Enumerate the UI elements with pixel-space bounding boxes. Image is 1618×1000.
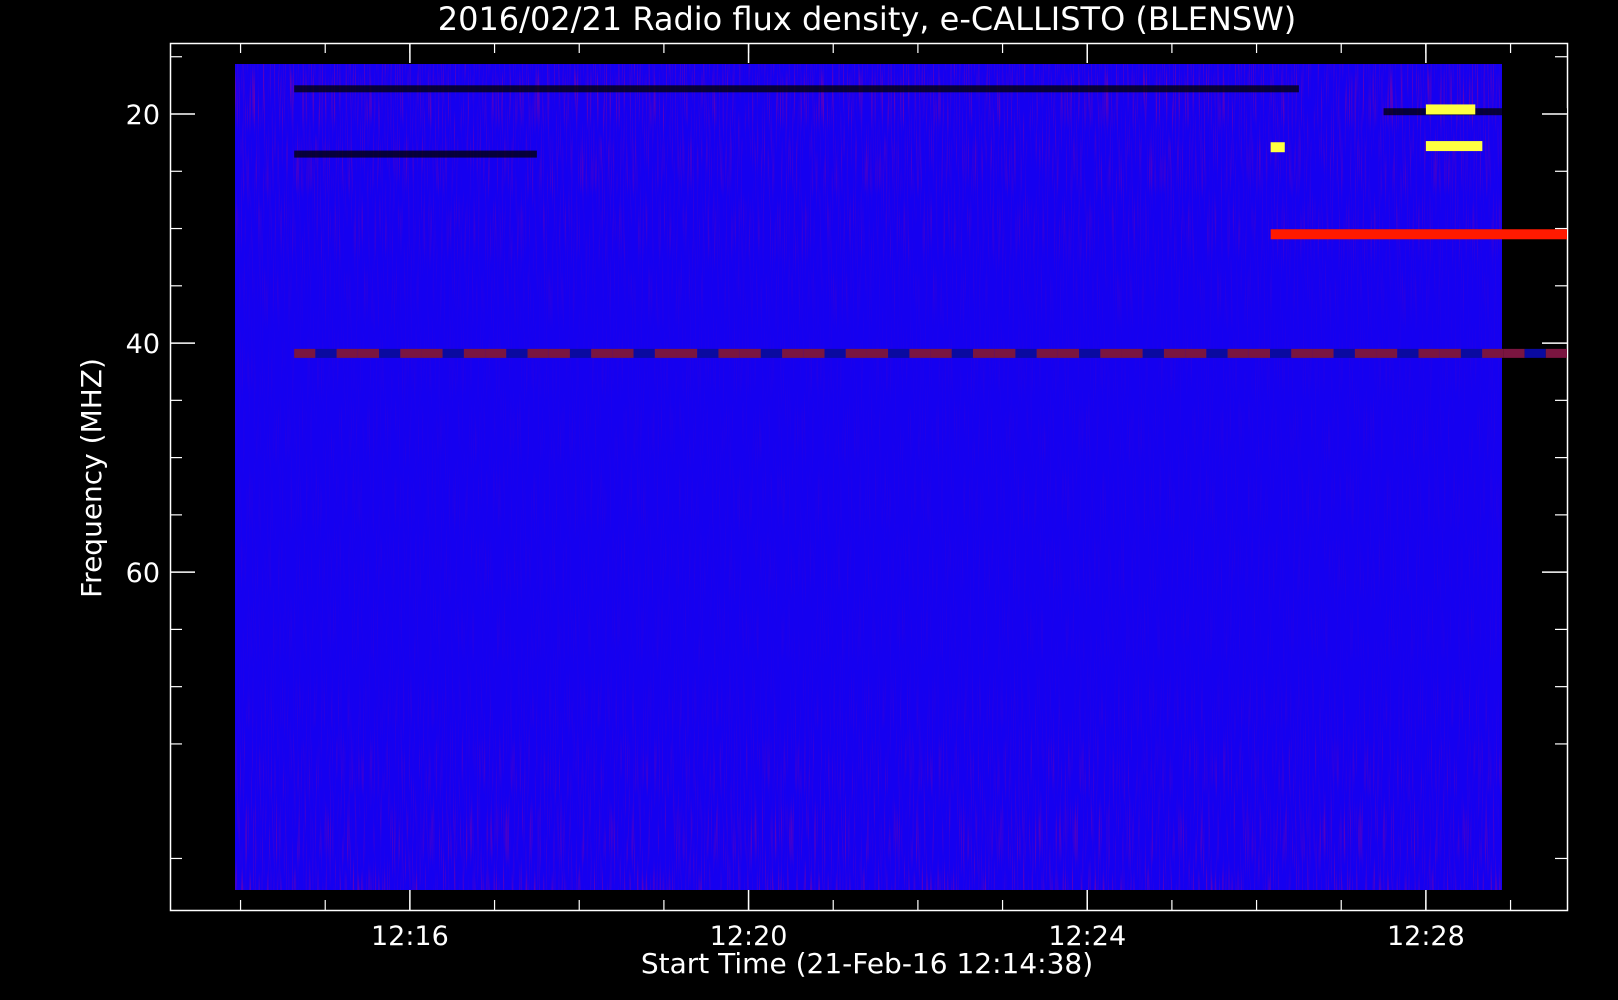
feature-bright-burst <box>1425 104 1476 115</box>
feature-dashed-segment <box>1057 348 1080 358</box>
feature-dashed-segment <box>1100 348 1122 358</box>
feature-dashed-segment <box>1015 348 1037 358</box>
feature-dashed-segment <box>1206 348 1228 358</box>
plot-area: 12:16 12:20 12:24 12:28 204060 <box>126 42 1569 952</box>
y-tick-label: 20 <box>126 100 160 131</box>
feature-dashed-segment <box>739 348 761 358</box>
feature-dashed-segment <box>1270 348 1292 358</box>
feature-dashed-segment <box>463 348 486 358</box>
x-axis-label: Start Time (21-Feb-16 12:14:38) <box>641 947 1093 980</box>
feature-dashed-segment <box>1545 348 1567 358</box>
feature-dashed-segment <box>909 348 931 358</box>
feature-dashed-segment <box>866 348 889 358</box>
feature-dashed-segment <box>1248 348 1271 358</box>
feature-dashed-segment <box>379 348 401 358</box>
x-tick-label: 12:16 <box>371 921 449 952</box>
feature-dashed-segment <box>782 348 804 358</box>
feature-dashed-segment <box>1418 348 1440 358</box>
feature-dark-band <box>294 150 537 158</box>
feature-dashed-segment <box>421 348 443 358</box>
feature-dashed-segment <box>951 348 974 358</box>
feature-dashed-segment <box>633 348 655 358</box>
feature-dashed-segment <box>357 348 380 358</box>
feature-dashed-segment <box>654 348 677 358</box>
feature-dashed-segment <box>1163 348 1186 358</box>
x-tick-label: 12:28 <box>1387 921 1465 952</box>
feature-dashed-segment <box>1185 348 1207 358</box>
feature-dashed-segment <box>697 348 719 358</box>
feature-dashed-segment <box>442 348 464 358</box>
feature-dashed-segment <box>294 348 316 358</box>
feature-dashed-segment <box>612 348 634 358</box>
feature-dashed-segment <box>718 348 740 358</box>
feature-dashed-segment <box>1142 348 1164 358</box>
feature-dashed-segment <box>824 348 846 358</box>
feature-dashed-segment <box>803 348 825 358</box>
feature-dashed-segment <box>1291 348 1313 358</box>
feature-dashed-segment <box>527 348 549 358</box>
feature-dashed-segment <box>994 348 1016 358</box>
feature-dark-band <box>294 85 1299 93</box>
feature-dashed-segment <box>1036 348 1058 358</box>
feature-dashed-segment <box>1227 348 1249 358</box>
feature-dashed-segment <box>1460 348 1483 358</box>
feature-dashed-segment <box>1503 348 1525 358</box>
feature-dashed-segment <box>506 348 528 358</box>
feature-dashed-segment <box>1524 348 1546 358</box>
feature-dashed-segment <box>485 348 507 358</box>
feature-dashed-segment <box>1439 348 1461 358</box>
feature-dashed-segment <box>973 348 995 358</box>
feature-dashed-segment <box>1121 348 1143 358</box>
feature-dashed-segment <box>1482 348 1504 358</box>
feature-dashed-segment <box>1354 348 1377 358</box>
feature-dashed-segment <box>591 348 613 358</box>
feature-red-interference-line <box>1270 229 1567 240</box>
spectrogram-noise <box>235 64 1502 890</box>
feature-dashed-segment <box>548 348 570 358</box>
spectrogram-chart: 2016/02/21 Radio flux density, e-CALLIST… <box>75 0 1569 980</box>
feature-dashed-segment <box>676 348 698 358</box>
feature-dashed-segment <box>760 348 783 358</box>
y-tick-label: 60 <box>126 558 160 589</box>
feature-dashed-segment <box>930 348 952 358</box>
y-axis-label: Frequency (MHZ) <box>75 358 108 598</box>
feature-dashed-segment <box>1333 348 1355 358</box>
feature-dashed-segment <box>400 348 422 358</box>
feature-bright-burst <box>1425 141 1483 152</box>
feature-dashed-segment <box>1397 348 1419 358</box>
feature-dashed-segment <box>1376 348 1398 358</box>
feature-dashed-segment <box>569 348 592 358</box>
y-tick-label: 40 <box>126 329 160 360</box>
feature-dashed-segment <box>315 348 337 358</box>
chart-title: 2016/02/21 Radio flux density, e-CALLIST… <box>438 0 1297 38</box>
feature-dashed-segment <box>1079 348 1101 358</box>
feature-bright-burst <box>1270 142 1285 153</box>
feature-dashed-segment <box>845 348 867 358</box>
feature-dashed-segment <box>1312 348 1334 358</box>
feature-dashed-segment <box>888 348 910 358</box>
feature-dashed-segment <box>336 348 358 358</box>
